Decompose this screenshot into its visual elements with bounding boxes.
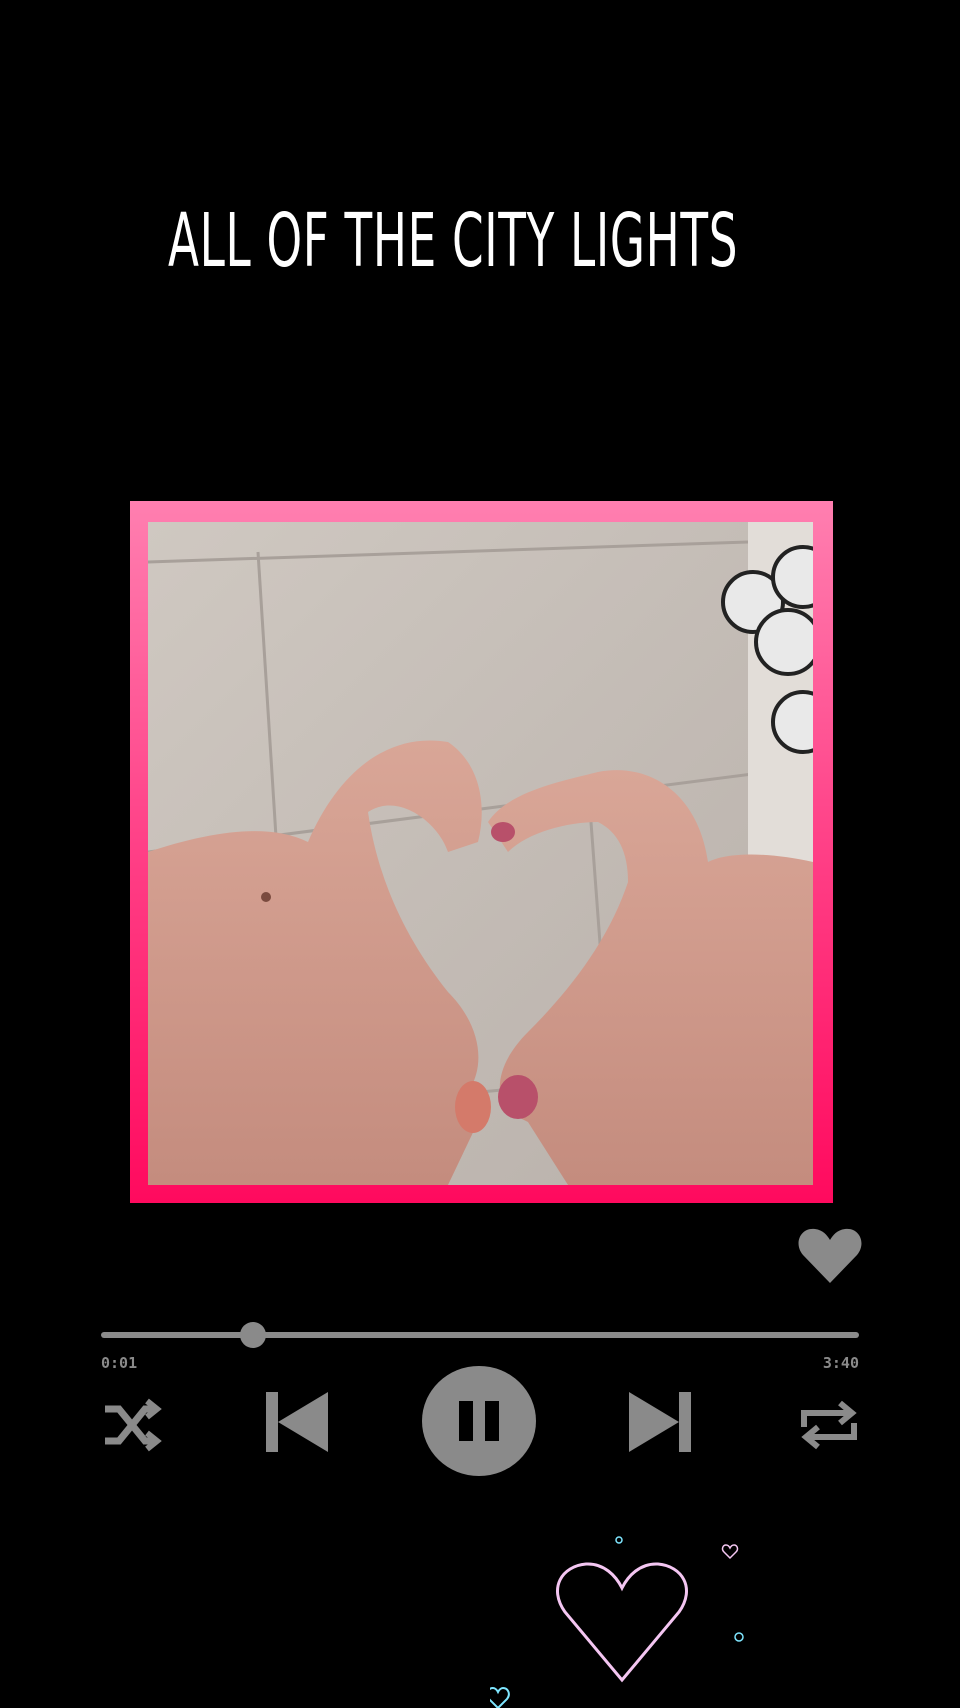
shuffle-icon	[105, 1398, 162, 1452]
tiny-heart-icon	[615, 1536, 623, 1544]
repeat-button[interactable]	[798, 1397, 860, 1453]
song-title: ALL OF THE CITY LIGHTS	[168, 198, 739, 284]
pause-button[interactable]	[420, 1364, 538, 1478]
pause-icon	[422, 1366, 536, 1476]
small-heart-icon	[721, 1544, 739, 1560]
album-cover-image	[148, 522, 813, 1185]
heart-icon	[798, 1228, 862, 1283]
total-time: 3:40	[822, 1354, 859, 1372]
progress-knob[interactable]	[239, 1322, 266, 1348]
small-heart-icon	[490, 1686, 510, 1708]
shuffle-button[interactable]	[101, 1397, 163, 1453]
previous-button[interactable]	[264, 1388, 330, 1456]
like-button[interactable]	[797, 1225, 863, 1287]
tiny-heart-icon	[734, 1632, 744, 1642]
floating-hearts-decoration	[490, 1528, 760, 1708]
progress-slider[interactable]	[101, 1322, 859, 1348]
progress-track	[101, 1332, 859, 1338]
skip-previous-icon	[266, 1392, 328, 1452]
big-heart-outline-icon	[556, 1562, 688, 1683]
album-cover-frame	[130, 501, 833, 1203]
elapsed-time: 0:01	[101, 1354, 138, 1372]
next-button[interactable]	[627, 1388, 693, 1456]
skip-next-icon	[629, 1392, 691, 1452]
repeat-icon	[801, 1400, 857, 1450]
